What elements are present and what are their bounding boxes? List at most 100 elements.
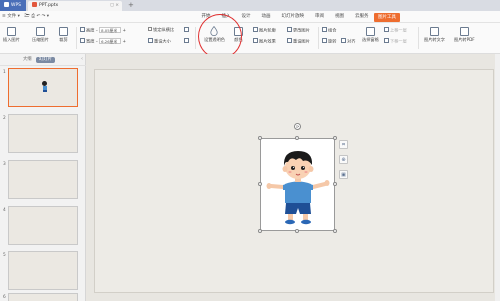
- width-input[interactable]: 6.26厘米: [99, 38, 122, 44]
- tab-picture-tools[interactable]: 图片工具: [374, 12, 400, 22]
- wps-logo-icon: [4, 1, 9, 7]
- width-icon: [80, 38, 85, 43]
- picture-effect-button[interactable]: 图片效果: [253, 38, 276, 45]
- compress-icon: [35, 27, 45, 36]
- slide-thumbnail-6[interactable]: [8, 293, 78, 301]
- resize-handle-top[interactable]: [295, 136, 299, 140]
- tab-actions[interactable]: ◻ ×: [110, 1, 119, 11]
- change-picture-button[interactable]: 更改图片: [287, 27, 310, 34]
- panel-collapse-icon[interactable]: ‹: [81, 56, 83, 62]
- document-name: PPT.pptx: [39, 3, 59, 8]
- width-increase[interactable]: +: [123, 39, 127, 44]
- insert-picture-icon: [6, 27, 16, 36]
- tab-review[interactable]: 审阅: [310, 11, 330, 23]
- resize-handle-top-left[interactable]: [258, 136, 262, 140]
- bring-forward-icon: [384, 27, 389, 32]
- slide-thumbnail-3[interactable]: [8, 160, 78, 199]
- height-decrease[interactable]: –: [96, 28, 98, 33]
- effect-icon: [253, 38, 258, 43]
- combine-button[interactable]: 组合: [322, 27, 336, 34]
- compress-picture-button[interactable]: 压缩图片: [32, 27, 49, 43]
- slide-number: 2: [3, 116, 6, 121]
- slide-number: 1: [3, 70, 6, 75]
- document-tab[interactable]: PPT.pptx ◻ ×: [28, 1, 122, 11]
- slide-number: 3: [3, 162, 6, 167]
- outline-icon: [253, 27, 258, 32]
- tab-animation[interactable]: 动画: [256, 11, 276, 23]
- rotate-handle-icon[interactable]: ⟳: [294, 123, 301, 130]
- quick-access-tools[interactable]: 🗁 ⎙ ↶ ↷ ▾: [24, 14, 49, 19]
- crop-button[interactable]: 裁剪: [59, 27, 68, 43]
- align-icon: [341, 38, 346, 43]
- height-icon: [80, 27, 85, 32]
- ppt-file-icon: [32, 1, 37, 7]
- send-backward-button[interactable]: 下移一层: [384, 38, 407, 45]
- slide-number: 5: [3, 253, 6, 258]
- new-tab-button[interactable]: +: [128, 1, 134, 10]
- selected-picture[interactable]: [260, 138, 335, 231]
- slide-thumbnail-4[interactable]: [8, 206, 78, 245]
- slide-thumbnail-1[interactable]: [8, 68, 78, 107]
- reset-picture-icon: [287, 38, 292, 43]
- resize-handle-bottom-right[interactable]: [333, 229, 337, 233]
- floating-picture-tools: ⌗ ⊕ ▣: [339, 140, 349, 185]
- reset-size-icon: [148, 38, 153, 43]
- crop-icon: [59, 27, 68, 36]
- contrast-icon: [184, 38, 189, 43]
- reset-picture-button[interactable]: 重设图片: [287, 38, 310, 45]
- tab-outline[interactable]: 大纲: [20, 57, 35, 63]
- boy-picture-thumbnail: [41, 81, 48, 92]
- picture-outline-button[interactable]: 图片轮廓: [253, 27, 276, 34]
- reset-size-button[interactable]: 重设大小: [148, 38, 171, 45]
- resize-handle-top-right[interactable]: [333, 136, 337, 140]
- rotate-button[interactable]: 旋转: [322, 38, 336, 45]
- tab-cloud[interactable]: 云服务: [350, 11, 375, 23]
- small-tool-1[interactable]: [184, 27, 190, 33]
- picture-tool-icon[interactable]: ▣: [339, 170, 348, 179]
- ribbon-divider: [76, 27, 77, 49]
- tab-slideshow[interactable]: 幻灯片放映: [276, 11, 310, 23]
- slide-thumbnail-2[interactable]: [8, 114, 78, 153]
- tab-design[interactable]: 设计: [236, 11, 256, 23]
- resize-handle-bottom-left[interactable]: [258, 229, 262, 233]
- slide-thumbnail-5[interactable]: [8, 251, 78, 290]
- width-decrease[interactable]: –: [96, 39, 98, 44]
- app-tab[interactable]: WPS: [0, 0, 26, 11]
- slide-number: 6: [3, 295, 6, 300]
- send-backward-icon: [384, 38, 389, 43]
- checkbox-icon: [148, 27, 152, 32]
- lock-ratio-checkbox[interactable]: 锁定纵横比: [148, 27, 174, 33]
- small-tool-2[interactable]: [184, 38, 190, 44]
- insert-picture-button[interactable]: 插入图片: [3, 27, 20, 43]
- height-control: 高度 – 8.05厘米 +: [80, 27, 126, 34]
- tab-view[interactable]: 视图: [330, 11, 350, 23]
- vertical-scrollbar[interactable]: [495, 54, 500, 301]
- adjust-icon: [184, 27, 189, 32]
- boy-illustration: [266, 151, 330, 225]
- height-input[interactable]: 8.05厘米: [99, 27, 122, 33]
- zoom-tool-icon[interactable]: ⊕: [339, 155, 348, 164]
- resize-handle-bottom[interactable]: [295, 229, 299, 233]
- picture-to-pdf-button[interactable]: 图片转PDF: [454, 27, 475, 43]
- selection-pane-button[interactable]: 选择窗格: [362, 27, 379, 43]
- rotate-icon: [322, 38, 327, 43]
- menu-bar: ≡ 文件 ▾ 🗁 ⎙ ↶ ↷ ▾ 开始 插入 设计 动画 幻灯片放映 审阅 视图…: [0, 11, 500, 23]
- picture-to-text-button[interactable]: 图片转文字: [424, 27, 445, 43]
- align-button[interactable]: 对齐: [341, 38, 355, 45]
- menu-left: ≡ 文件 ▾ 🗁 ⎙ ↶ ↷ ▾: [2, 11, 52, 23]
- tab-slides[interactable]: 幻灯片: [36, 57, 55, 63]
- width-control: 宽度 – 6.26厘米 +: [80, 38, 126, 45]
- ribbon-divider: [418, 27, 419, 49]
- app-name: WPS: [11, 3, 22, 8]
- title-bar: WPS PPT.pptx ◻ × +: [0, 0, 500, 11]
- crop-tool-icon[interactable]: ⌗: [339, 140, 348, 149]
- combine-icon: [322, 27, 327, 32]
- bring-forward-button[interactable]: 上移一层: [384, 27, 407, 34]
- ribbon-divider: [318, 27, 319, 49]
- height-increase[interactable]: +: [123, 28, 127, 33]
- resize-handle-right[interactable]: [333, 182, 337, 186]
- change-picture-icon: [287, 27, 292, 32]
- resize-handle-left[interactable]: [258, 182, 262, 186]
- file-menu[interactable]: ≡ 文件 ▾: [2, 14, 20, 19]
- slide-number: 4: [3, 208, 6, 213]
